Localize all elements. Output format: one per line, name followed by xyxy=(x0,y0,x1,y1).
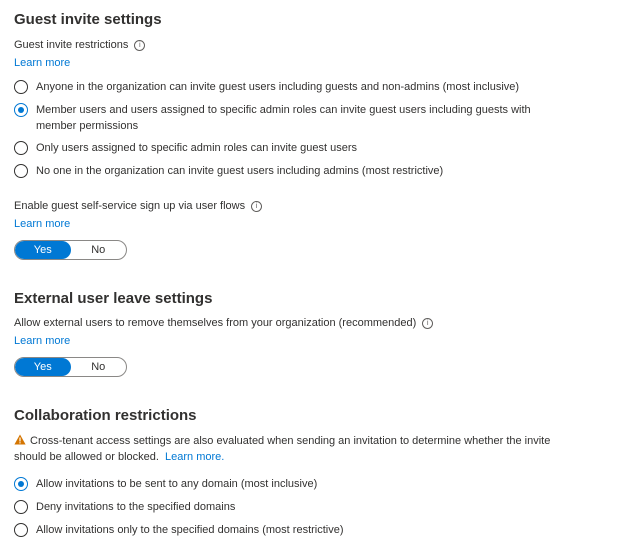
collab-option-any-domain[interactable]: Allow invitations to be sent to any doma… xyxy=(14,476,317,492)
toggle-yes[interactable]: Yes xyxy=(15,241,71,259)
option-label-line2: member permissions xyxy=(36,120,139,132)
radio-button[interactable] xyxy=(14,523,28,537)
external-leave-label-text: Allow external users to remove themselve… xyxy=(14,317,417,329)
radio-button[interactable] xyxy=(14,500,28,514)
option-label: Member users and users assigned to speci… xyxy=(36,102,531,134)
radio-button[interactable] xyxy=(14,141,28,155)
option-label: Deny invitations to the specified domain… xyxy=(36,501,236,513)
learn-more-link[interactable]: Learn more xyxy=(14,56,70,70)
radio-button-selected[interactable] xyxy=(14,477,28,491)
invite-option-admin-roles[interactable]: Only users assigned to specific admin ro… xyxy=(14,140,357,156)
collab-option-deny-domains[interactable]: Deny invitations to the specified domain… xyxy=(14,499,235,515)
self-service-label: Enable guest self-service sign up via us… xyxy=(14,199,263,213)
warning-text: Cross-tenant access settings are also ev… xyxy=(14,435,551,463)
toggle-no[interactable]: No xyxy=(71,358,127,376)
toggle-yes[interactable]: Yes xyxy=(15,358,71,376)
restrictions-label-text: Guest invite restrictions xyxy=(14,39,129,51)
radio-button-selected[interactable] xyxy=(14,103,28,117)
learn-more-link[interactable]: Learn more xyxy=(14,217,70,231)
warning-icon xyxy=(14,434,26,445)
external-leave-label: Allow external users to remove themselve… xyxy=(14,316,434,330)
self-service-label-text: Enable guest self-service sign up via us… xyxy=(14,200,246,212)
option-label-line1: Member users and users assigned to speci… xyxy=(36,104,531,116)
info-icon[interactable]: i xyxy=(251,200,263,212)
guest-invite-restrictions-label: Guest invite restrictions i xyxy=(14,38,146,52)
learn-more-link[interactable]: Learn more. xyxy=(165,450,224,464)
radio-button[interactable] xyxy=(14,80,28,94)
invite-option-anyone[interactable]: Anyone in the organization can invite gu… xyxy=(14,79,519,95)
option-label: Anyone in the organization can invite gu… xyxy=(36,81,520,93)
radio-button[interactable] xyxy=(14,164,28,178)
external-leave-title: External user leave settings xyxy=(14,290,213,307)
toggle-no[interactable]: No xyxy=(71,241,127,259)
external-leave-toggle[interactable]: Yes No xyxy=(14,357,127,377)
invite-option-no-one[interactable]: No one in the organization can invite gu… xyxy=(14,163,443,179)
option-label: Only users assigned to specific admin ro… xyxy=(36,142,357,154)
self-service-toggle[interactable]: Yes No xyxy=(14,240,127,260)
info-icon[interactable]: i xyxy=(422,317,434,329)
option-label: Allow invitations to be sent to any doma… xyxy=(36,478,318,490)
settings-page: Guest invite settings Guest invite restr… xyxy=(0,0,622,553)
collaboration-title: Collaboration restrictions xyxy=(14,407,197,424)
learn-more-link[interactable]: Learn more xyxy=(14,334,70,348)
info-icon[interactable]: i xyxy=(134,39,146,51)
cross-tenant-warning: Cross-tenant access settings are also ev… xyxy=(14,433,574,465)
guest-invite-title: Guest invite settings xyxy=(14,11,162,28)
option-label: Allow invitations only to the specified … xyxy=(36,524,344,536)
invite-option-member-users[interactable]: Member users and users assigned to speci… xyxy=(14,102,531,134)
option-label: No one in the organization can invite gu… xyxy=(36,165,444,177)
collab-option-allow-only-domains[interactable]: Allow invitations only to the specified … xyxy=(14,522,344,538)
